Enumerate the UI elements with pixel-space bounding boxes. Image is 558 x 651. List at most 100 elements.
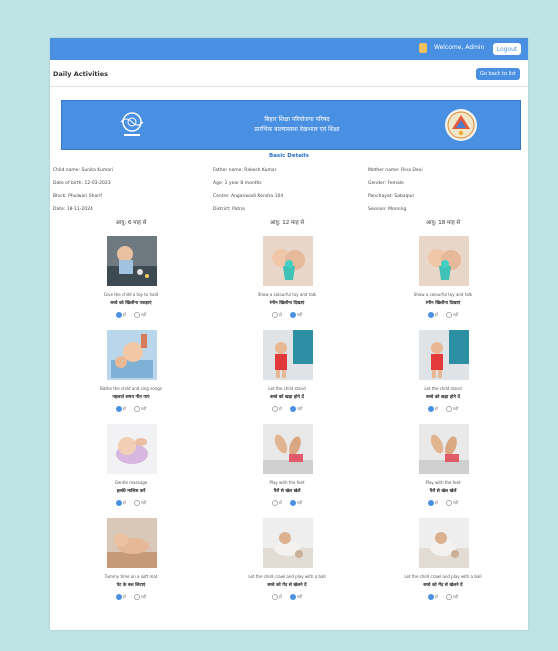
yes-label: हाँ	[278, 312, 282, 317]
activity-card: Bathe the child and sing songs नहलाते समय…	[53, 330, 209, 424]
radio-circle-icon	[115, 500, 122, 506]
detail-field: Mother name: Rina Devi	[368, 168, 423, 173]
yes-label: हाँ	[434, 406, 438, 411]
activity-image	[419, 424, 469, 474]
page-title: Daily Activities	[53, 70, 109, 78]
yes-radio[interactable]: हाँ	[427, 406, 438, 412]
radio-circle-icon	[289, 406, 296, 412]
logout-button[interactable]: Logout	[493, 43, 521, 55]
radio-circle-icon	[271, 312, 278, 318]
activity-title-english: Let the child crawl and play with a ball	[248, 574, 326, 579]
yes-radio[interactable]: हाँ	[115, 500, 126, 506]
activity-card: Let the child stand बच्चे को खड़ा होने दे…	[365, 330, 521, 424]
radio-circle-icon	[271, 406, 278, 412]
no-radio[interactable]: नहीं	[133, 594, 146, 600]
basic-details-heading: Basic Details	[269, 153, 309, 159]
no-radio[interactable]: नहीं	[289, 594, 303, 600]
page-container: Welcome, Admin Logout Daily Activities G…	[50, 38, 528, 630]
back-to-list-button[interactable]: Go back to list	[476, 68, 520, 80]
activity-title-english: Let the child stand	[424, 386, 462, 391]
no-radio[interactable]: नहीं	[133, 500, 146, 506]
no-radio[interactable]: नहीं	[133, 406, 147, 412]
yes-radio[interactable]: हाँ	[271, 406, 282, 412]
detail-field: Age: 1 year 8 months	[213, 181, 262, 186]
activity-photo	[263, 236, 313, 286]
yes-label: हाँ	[278, 500, 282, 505]
radio-circle-icon	[289, 312, 296, 318]
activity-done-options: हाँ नहीं	[209, 312, 365, 318]
activity-photo	[263, 330, 313, 380]
no-radio[interactable]: नहीं	[445, 406, 459, 412]
activity-photo	[107, 518, 157, 568]
no-label: नहीं	[452, 312, 459, 317]
detail-field: Child name: Sunita Kumari	[53, 168, 114, 173]
no-label: नहीं	[452, 406, 459, 411]
activity-title-english: Play with the feet	[425, 480, 461, 485]
no-radio[interactable]: नहीं	[133, 312, 146, 318]
activity-title-hindi: बच्चे को गेंद से खेलने दें	[267, 583, 307, 588]
yes-label: हाँ	[122, 594, 126, 599]
activity-grid: आयु: 6 माह से आयु: 12 माह से आयु: 18 माह…	[53, 218, 523, 612]
activity-image	[419, 518, 469, 568]
top-navigation-bar: Welcome, Admin Logout	[50, 38, 528, 60]
no-radio[interactable]: नहीं	[445, 500, 458, 506]
no-radio[interactable]: नहीं	[445, 312, 459, 318]
user-icon	[419, 43, 427, 53]
radio-circle-icon	[115, 312, 122, 318]
activity-card: Let the child stand बच्चे को खड़ा होने दे…	[209, 330, 365, 424]
yes-label: हाँ	[122, 312, 126, 317]
activity-done-options: हाँ नहीं	[209, 406, 365, 412]
activity-done-options: हाँ नहीं	[209, 594, 365, 600]
activity-image	[107, 424, 157, 474]
activity-title-english: Bathe the child and sing songs	[100, 386, 162, 391]
yes-radio[interactable]: हाँ	[427, 312, 438, 318]
seal-icon	[447, 111, 475, 139]
radio-circle-icon	[115, 406, 122, 412]
activity-title-english: Show a colourful toy and talk	[257, 292, 317, 297]
yes-radio[interactable]: हाँ	[115, 312, 126, 318]
activity-image	[107, 236, 157, 286]
activity-title-hindi: बच्चे को खिलौना पकड़ाएं	[110, 301, 152, 306]
activity-title-hindi: रंगीन खिलौना दिखाएं	[425, 301, 461, 306]
radio-circle-icon	[289, 500, 296, 506]
yes-label: हाँ	[278, 594, 282, 599]
no-radio[interactable]: नहीं	[445, 594, 459, 600]
detail-field: Panchayat: Sabalpur	[368, 194, 415, 199]
yes-radio[interactable]: हाँ	[115, 594, 126, 600]
no-label: नहीं	[296, 594, 303, 599]
no-radio[interactable]: नहीं	[289, 312, 303, 318]
yes-radio[interactable]: हाँ	[427, 500, 438, 506]
welcome-text: Welcome, Admin	[434, 44, 485, 51]
no-label: नहीं	[296, 312, 303, 317]
yes-radio[interactable]: हाँ	[115, 406, 126, 412]
activity-title-hindi: हल्की मालिश करें	[116, 489, 146, 494]
yes-radio[interactable]: हाँ	[271, 312, 282, 318]
detail-field: District: Patna	[213, 207, 245, 212]
activity-title-hindi: बच्चे को गेंद से खेलने दें	[423, 583, 463, 588]
activity-done-options: हाँ नहीं	[53, 500, 209, 506]
emblem-logo-icon	[120, 112, 144, 136]
no-label: नहीं	[296, 500, 303, 505]
title-bar: Daily Activities Go back to list	[50, 60, 528, 87]
activity-title-english: Let the child stand	[268, 386, 306, 391]
no-radio[interactable]: नहीं	[289, 406, 302, 412]
radio-circle-icon	[427, 406, 434, 412]
activity-image	[263, 330, 313, 380]
no-label: नहीं	[140, 406, 147, 411]
yes-label: हाँ	[434, 312, 438, 317]
activity-done-options: हाँ नहीं	[53, 406, 209, 412]
detail-field: Session: Morning	[368, 207, 407, 212]
department-seal-logo	[445, 109, 477, 141]
activity-card: Play with the feet पैरों से खेल खेलें हाँ न…	[365, 424, 521, 518]
no-label: नहीं	[452, 594, 459, 599]
activity-done-options: हाँ नहीं	[365, 312, 521, 318]
activity-title-hindi: पेट के बल लिटाएं	[116, 583, 146, 588]
yes-radio[interactable]: हाँ	[271, 500, 282, 506]
yes-radio[interactable]: हाँ	[271, 594, 282, 600]
activity-title-hindi: नहलाते समय गीत गाएं	[112, 395, 150, 400]
yes-label: हाँ	[122, 406, 126, 411]
activity-photo	[107, 330, 157, 380]
activity-card: Give the child a toy to hold बच्चे को खिल…	[53, 236, 209, 330]
yes-radio[interactable]: हाँ	[427, 594, 438, 600]
no-radio[interactable]: नहीं	[289, 500, 303, 506]
